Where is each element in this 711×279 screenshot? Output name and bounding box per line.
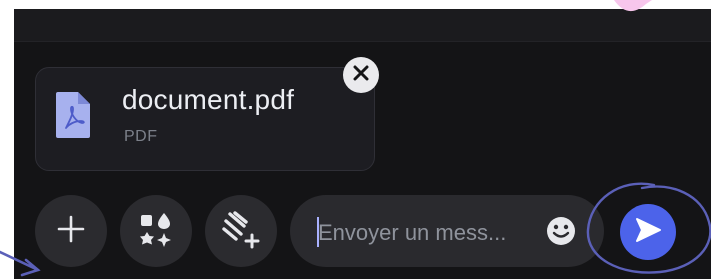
magic-button[interactable]: [205, 195, 277, 267]
message-input[interactable]: Envoyer un mess...: [290, 195, 604, 267]
attachment-file-name: document.pdf: [122, 84, 295, 115]
magic-wand-icon: [220, 208, 262, 255]
message-area: [14, 9, 711, 41]
divider: [14, 41, 711, 42]
attachment-file-type: PDF: [124, 128, 158, 145]
remove-attachment-button[interactable]: [343, 57, 379, 93]
close-icon: [353, 65, 369, 86]
apps-button[interactable]: [120, 195, 192, 267]
plus-icon: [57, 215, 85, 248]
send-icon: [634, 216, 662, 249]
add-button[interactable]: [35, 195, 107, 267]
emoji-icon[interactable]: [546, 216, 576, 246]
shapes-icon: [136, 209, 176, 254]
attachment-card[interactable]: document.pdf PDF: [35, 67, 375, 171]
pdf-file-icon: [56, 92, 90, 138]
message-input-placeholder: Envoyer un mess...: [318, 220, 507, 245]
send-button[interactable]: [620, 204, 676, 260]
chat-screen: document.pdf PDF Envoyer un mess...: [14, 9, 711, 279]
